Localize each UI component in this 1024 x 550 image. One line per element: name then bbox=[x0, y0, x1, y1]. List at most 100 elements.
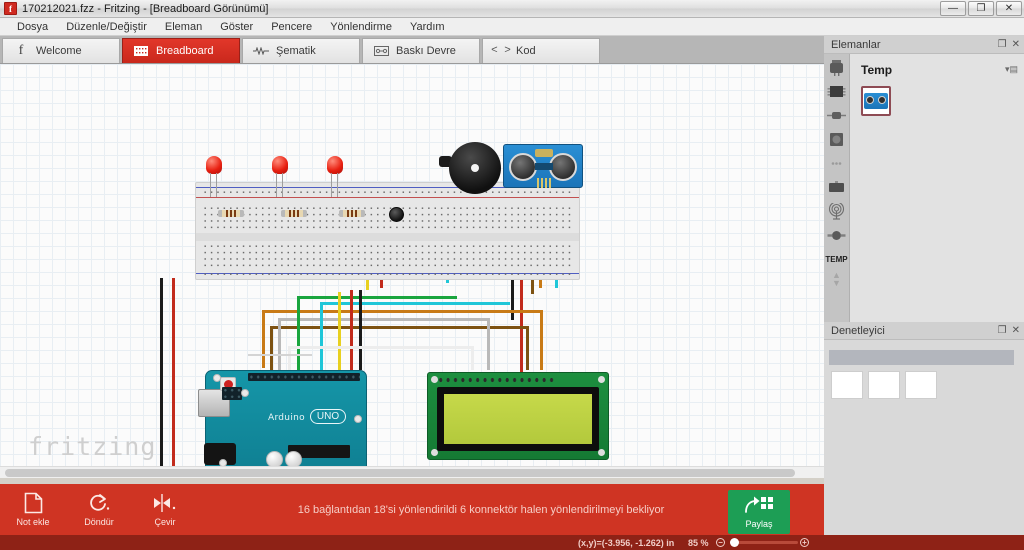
ultrasonic-transducer-left bbox=[509, 153, 537, 181]
led-2[interactable] bbox=[272, 156, 288, 197]
wire-gray[interactable] bbox=[278, 318, 281, 370]
flip-button[interactable]: Çevir bbox=[132, 484, 198, 535]
menu-item-pencere[interactable]: Pencere bbox=[262, 21, 321, 33]
tab-breadboard[interactable]: Breadboard bbox=[122, 38, 240, 63]
zoom-slider-handle[interactable] bbox=[730, 538, 739, 547]
wire-gray[interactable] bbox=[278, 318, 490, 321]
inspector-panel-body bbox=[824, 340, 1024, 550]
scroll-down-icon[interactable]: ▼ bbox=[832, 279, 841, 288]
rotate-label: Döndür bbox=[84, 517, 114, 527]
parts-bin-label: TEMP bbox=[825, 255, 848, 264]
resistor-2[interactable] bbox=[281, 210, 307, 217]
module-icon[interactable] bbox=[826, 177, 847, 198]
share-button[interactable]: Paylaş bbox=[728, 490, 790, 534]
resistor-icon[interactable] bbox=[826, 105, 847, 126]
trimpot[interactable] bbox=[389, 207, 404, 222]
status-bar: (x,y)=(-3.956, -1.262) in 85 % − + bbox=[0, 535, 1024, 550]
menu-item-dosya[interactable]: Dosya bbox=[8, 21, 57, 33]
breadboard[interactable] bbox=[195, 182, 580, 280]
led-3[interactable] bbox=[327, 156, 343, 197]
ic-icon[interactable] bbox=[826, 81, 847, 102]
tab-welcome[interactable]: f Welcome bbox=[2, 38, 120, 63]
wire-green[interactable] bbox=[297, 296, 300, 370]
wire-brown[interactable] bbox=[270, 326, 273, 370]
wire-red[interactable] bbox=[172, 278, 175, 478]
menu-item-eleman[interactable]: Eleman bbox=[156, 21, 211, 33]
ultrasonic-sensor[interactable] bbox=[503, 144, 583, 188]
wire-orange[interactable] bbox=[262, 310, 542, 313]
resistor-1[interactable] bbox=[218, 210, 244, 217]
undock-icon[interactable]: ❐ bbox=[998, 325, 1007, 336]
wire-yellow[interactable] bbox=[338, 292, 341, 370]
tab-pcb[interactable]: Baskı Devre bbox=[362, 38, 480, 63]
rotate-button[interactable]: Döndür bbox=[66, 484, 132, 535]
window-controls: — ❐ ✕ bbox=[940, 1, 1022, 16]
close-icon[interactable]: ✕ bbox=[1012, 39, 1020, 50]
breadboard-canvas[interactable]: fritzing Arduino UNO bbox=[0, 64, 824, 478]
swatch-3[interactable] bbox=[905, 371, 937, 399]
menu-item-duzenle[interactable]: Düzenle/Değiştir bbox=[57, 21, 156, 33]
close-button[interactable]: ✕ bbox=[996, 1, 1022, 16]
lcd-bezel bbox=[437, 387, 599, 451]
add-note-button[interactable]: Not ekle bbox=[0, 484, 66, 535]
close-icon[interactable]: ✕ bbox=[1012, 325, 1020, 336]
wire-black[interactable] bbox=[160, 278, 163, 478]
more-icon[interactable] bbox=[826, 153, 847, 174]
parts-bin-scroll-arrows[interactable]: ▲ ▼ bbox=[832, 271, 841, 288]
hc-sr04-part[interactable] bbox=[861, 86, 891, 116]
wire-cyan[interactable] bbox=[320, 302, 510, 305]
tab-schematic[interactable]: Şematik bbox=[242, 38, 360, 63]
wire-red[interactable] bbox=[350, 290, 353, 370]
swatch-2[interactable] bbox=[868, 371, 900, 399]
button-icon[interactable] bbox=[826, 129, 847, 150]
wire-green[interactable] bbox=[297, 296, 457, 299]
buzzer[interactable] bbox=[449, 142, 501, 194]
breadboard-icon bbox=[133, 45, 149, 57]
wire-white[interactable] bbox=[288, 346, 291, 370]
tab-code[interactable]: < > Kod bbox=[482, 38, 600, 63]
connector-icon[interactable] bbox=[826, 225, 847, 246]
undock-icon[interactable]: ❐ bbox=[998, 39, 1007, 50]
minimize-button[interactable]: — bbox=[940, 1, 966, 16]
scrollbar-thumb[interactable] bbox=[5, 469, 795, 477]
swatch-1[interactable] bbox=[831, 371, 863, 399]
bin-menu-icon[interactable]: ▾▤ bbox=[1005, 64, 1018, 75]
canvas-horizontal-scrollbar[interactable] bbox=[0, 466, 824, 478]
breadboard-center-gutter bbox=[196, 233, 579, 241]
menu-item-yardim[interactable]: Yardım bbox=[401, 21, 454, 33]
core-parts-icon[interactable] bbox=[826, 57, 847, 78]
mounting-hole bbox=[431, 449, 438, 456]
digital-header[interactable] bbox=[248, 373, 360, 381]
wire-white[interactable] bbox=[248, 354, 312, 356]
menu-item-yonlendirme[interactable]: Yönlendirme bbox=[321, 21, 401, 33]
wire-gray[interactable] bbox=[487, 318, 490, 370]
inspector-panel-header: Denetleyici ❐ ✕ bbox=[824, 322, 1024, 340]
lcd-pin-header[interactable] bbox=[437, 375, 555, 385]
mounting-hole bbox=[598, 376, 605, 383]
wire-cyan[interactable] bbox=[320, 302, 323, 372]
icsp-header[interactable] bbox=[222, 387, 242, 400]
zoom-in-icon[interactable]: + bbox=[800, 538, 809, 547]
wire-brown[interactable] bbox=[526, 326, 529, 370]
wire-orange[interactable] bbox=[540, 310, 543, 370]
lcd-display[interactable] bbox=[427, 372, 609, 460]
wire-black[interactable] bbox=[359, 290, 362, 370]
ultrasonic-transducer-right bbox=[549, 153, 577, 181]
arduino-uno-board[interactable]: Arduino UNO bbox=[198, 370, 367, 478]
led-1[interactable] bbox=[206, 156, 222, 197]
parts-bin-strip[interactable]: TEMP ▲ ▼ bbox=[824, 54, 850, 322]
zoom-slider[interactable] bbox=[730, 541, 798, 544]
add-note-label: Not ekle bbox=[16, 517, 50, 527]
wire-black[interactable] bbox=[511, 280, 514, 320]
rf-icon[interactable] bbox=[826, 201, 847, 222]
wire-white[interactable] bbox=[288, 346, 474, 349]
resistor-3[interactable] bbox=[339, 210, 365, 217]
maximize-button[interactable]: ❐ bbox=[968, 1, 994, 16]
zoom-out-icon[interactable]: − bbox=[716, 538, 725, 547]
parts-panel-header: Elemanlar ❐ ✕ bbox=[824, 36, 1024, 54]
right-dock: Elemanlar ❐ ✕ TEMP ▲ ▼ Temp ▾▤ Denetleyi… bbox=[824, 36, 1024, 550]
wire-white[interactable] bbox=[471, 346, 474, 370]
menu-item-goster[interactable]: Göster bbox=[211, 21, 262, 33]
breadboard-holes-top bbox=[202, 189, 573, 196]
wire-orange[interactable] bbox=[262, 310, 265, 368]
